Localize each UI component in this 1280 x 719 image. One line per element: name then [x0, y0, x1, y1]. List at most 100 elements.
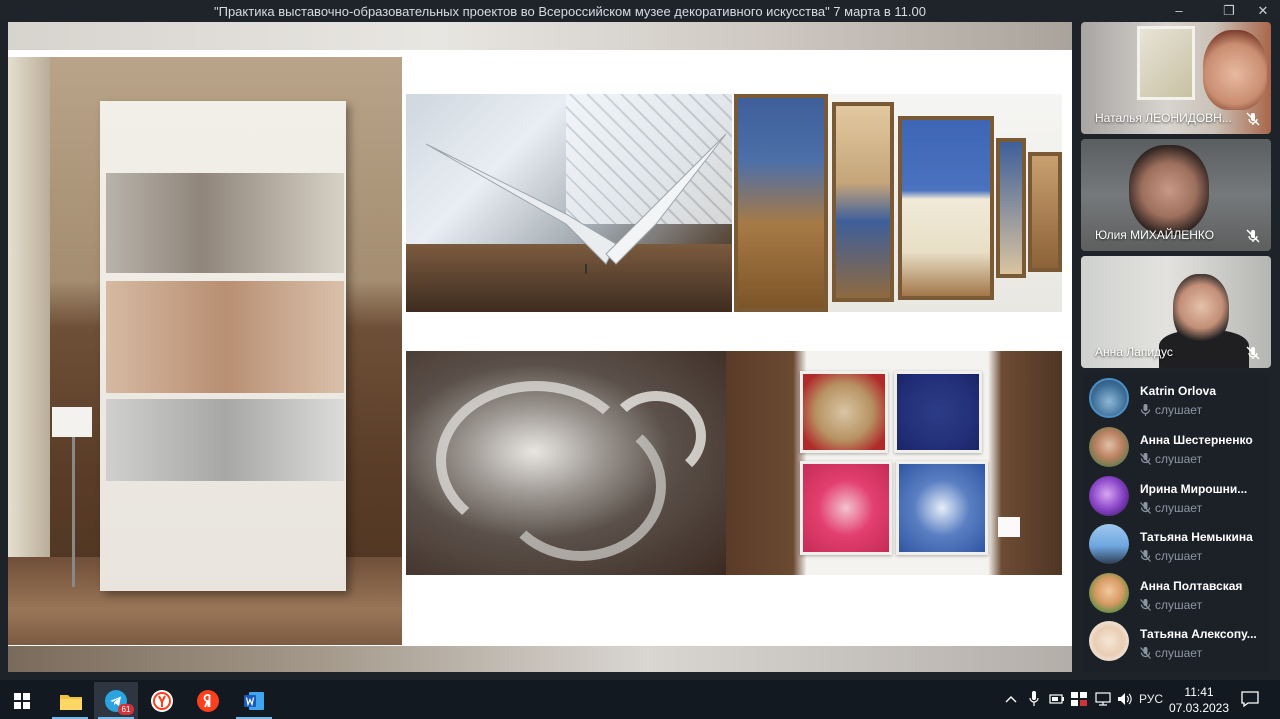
avatar: [1089, 524, 1129, 564]
mic-off-icon: [1140, 550, 1151, 562]
mic-off-icon: [1246, 346, 1260, 360]
file-explorer-button[interactable]: [48, 682, 92, 719]
clock-date: 07.03.2023: [1168, 701, 1230, 715]
microphone-tray-button[interactable]: [1024, 680, 1044, 719]
network-tray-button[interactable]: [1092, 680, 1114, 719]
shawls-exhibition-photo: [726, 351, 1062, 575]
shared-screen-bottom-strip: [8, 646, 1072, 672]
metal-swirl: [606, 391, 706, 481]
participant-name: Татьяна Немыкина: [1140, 530, 1253, 544]
shared-screen[interactable]: [8, 22, 1072, 672]
architecture-panel-top: [106, 173, 344, 273]
volume-icon: [1118, 693, 1132, 705]
participant-status: слушает: [1155, 598, 1203, 612]
participants-sidebar: Наталья ЛЕОНИДОВН... Юлия МИХАЙЛЕНКО Анн…: [1076, 22, 1280, 672]
museum-exhibition-photo: [8, 57, 402, 645]
avatar: [1089, 573, 1129, 613]
participant-item[interactable]: Katrin Orlova слушает: [1081, 372, 1271, 420]
decorative-column: [8, 57, 50, 557]
file-explorer-icon: [60, 695, 82, 710]
participant-video: [1203, 30, 1267, 110]
language-indicator[interactable]: РУС: [1138, 680, 1164, 719]
shawl: [896, 461, 988, 555]
mic-off-icon: [1140, 647, 1151, 659]
minimize-button[interactable]: –: [1162, 0, 1196, 22]
wing-sculpture: [425, 133, 727, 274]
participant-name: Татьяна Алексопу...: [1140, 627, 1257, 641]
notification-center-icon: [1241, 691, 1259, 707]
wall-picture: [1137, 26, 1195, 100]
ceramic-tile: [1028, 152, 1062, 272]
architecture-panel-middle: [106, 281, 344, 393]
participant-name: Анна Полтавская: [1140, 579, 1243, 593]
participant-status: слушает: [1155, 501, 1203, 515]
video-tile[interactable]: Наталья ЛЕОНИДОВН...: [1081, 22, 1271, 134]
word-button[interactable]: [232, 682, 276, 719]
avatar: [1089, 621, 1129, 661]
mic-off-icon: [1246, 229, 1260, 243]
video-participant-name: Анна Лапидус: [1095, 345, 1173, 359]
forged-metal-ornament-photo: [406, 351, 726, 575]
participant-video: [1173, 274, 1229, 346]
restore-icon: ❐: [1223, 3, 1235, 18]
yandex-browser-icon: [151, 690, 173, 712]
security-tray-button[interactable]: [1068, 680, 1090, 719]
volume-tray-button[interactable]: [1114, 680, 1136, 719]
minimize-icon: –: [1175, 3, 1183, 18]
ceramic-tile: [996, 138, 1026, 278]
info-stand-pole: [72, 437, 75, 587]
participant-item[interactable]: Анна Полтавская слушает: [1081, 567, 1271, 615]
windows-security-icon: [1071, 692, 1087, 706]
windows-start-icon: [14, 693, 30, 709]
participant-status: слушает: [1155, 646, 1203, 660]
avatar: [1089, 378, 1129, 418]
system-clock[interactable]: 11:41 07.03.2023: [1164, 684, 1234, 716]
participant-status: слушает: [1155, 452, 1203, 466]
participants-list: Katrin Orlova слушает Анна Шестерненко с…: [1081, 372, 1271, 672]
participant-name: Katrin Orlova: [1140, 384, 1217, 398]
shawl: [800, 371, 888, 453]
notifications-button[interactable]: [1238, 680, 1262, 719]
info-stand: [52, 407, 92, 437]
yandex-browser-button[interactable]: [140, 682, 184, 719]
participant-item[interactable]: Татьяна Алексопу... слушает: [1081, 615, 1271, 663]
chevron-up-icon: [1005, 696, 1017, 703]
mic-off-icon: [1140, 502, 1151, 514]
video-tile[interactable]: Анна Лапидус: [1081, 256, 1271, 368]
windows-taskbar: 61 РУС 11:41 07.03.2023: [0, 680, 1280, 719]
participant-item[interactable]: Татьяна Немыкина слушает: [1081, 518, 1271, 566]
participant-item[interactable]: Ирина Мирошни... слушает: [1081, 470, 1271, 518]
start-button[interactable]: [0, 682, 44, 719]
close-button[interactable]: ✕: [1246, 0, 1280, 22]
maximize-button[interactable]: ❐: [1212, 0, 1246, 22]
avatar: [1089, 427, 1129, 467]
video-participant-name: Наталья ЛЕОНИДОВН...: [1095, 111, 1232, 125]
window-title-bar: "Практика выставочно-образовательных про…: [0, 0, 1280, 22]
network-icon: [1095, 692, 1111, 706]
exhibit-label: [998, 517, 1020, 537]
participant-item[interactable]: Анна Шестерненко слушает: [1081, 421, 1271, 469]
participant-status: слушает: [1155, 549, 1203, 563]
clock-time: 11:41: [1184, 685, 1214, 699]
battery-tray-button[interactable]: [1046, 680, 1066, 719]
mic-off-icon: [1140, 599, 1151, 611]
ceramic-tile: [898, 116, 994, 300]
mic-off-icon: [1140, 453, 1151, 465]
video-tile[interactable]: Юлия МИХАЙЛЕНКО: [1081, 139, 1271, 251]
video-participant-name: Юлия МИХАЙЛЕНКО: [1095, 228, 1215, 242]
yandex-icon: [197, 690, 219, 712]
show-hidden-icons-button[interactable]: [1000, 680, 1022, 719]
metal-wing-sculpture-photo: [406, 94, 732, 312]
participant-status: слушает: [1155, 403, 1203, 417]
microphone-icon: [1029, 691, 1039, 706]
yandex-button[interactable]: [186, 682, 230, 719]
shawl: [800, 461, 892, 555]
word-icon: [244, 692, 264, 710]
telegram-button[interactable]: 61: [94, 682, 138, 719]
mic-icon: [1140, 404, 1151, 416]
unread-badge: 61: [118, 704, 134, 715]
architecture-panel-bottom: [106, 399, 344, 481]
ceramic-tiles-photo: [734, 94, 1062, 312]
ceramic-tile: [832, 102, 894, 302]
close-icon: ✕: [1257, 3, 1269, 18]
